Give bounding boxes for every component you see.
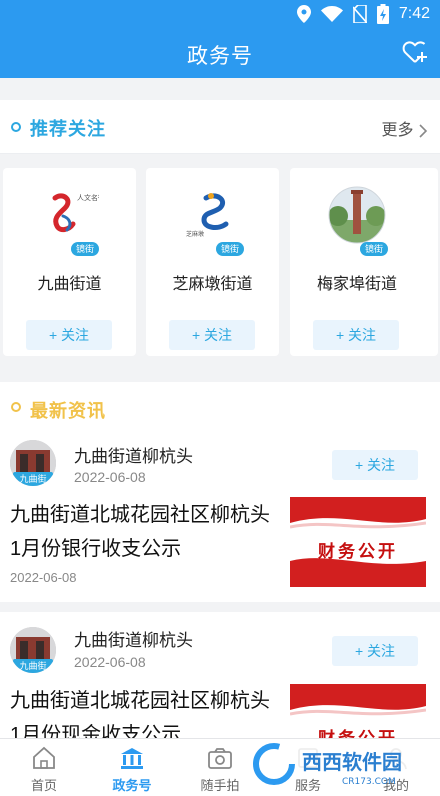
nav-label: 政务号 (112, 778, 152, 793)
chevron-right-icon (419, 124, 428, 138)
news-thumbnail[interactable]: 财务公开 (290, 497, 426, 587)
wifi-icon (320, 6, 343, 22)
government-building-icon (121, 748, 143, 769)
more-label: 更多 (381, 122, 414, 139)
news-item[interactable]: 九曲街 九曲街道柳杭头 2022-06-08 + 关注 九曲街道北城花园社区柳杭… (0, 612, 440, 738)
card-name: 芝麻墩街道 (172, 276, 253, 293)
source-date: 2022-06-08 (74, 469, 146, 485)
logo-text: 人文名街 (77, 193, 99, 202)
section-dot-icon (11, 122, 21, 132)
follow-button[interactable]: + 关注 (169, 320, 255, 350)
card-badge: 镜街 (360, 242, 388, 256)
recommend-cards: 人文名街 镜街 九曲街道 + 关注 芝麻墩 镜街 芝麻墩街道 + 关注 (0, 155, 440, 365)
zhimadun-logo-icon: 芝麻墩 (186, 193, 229, 238)
nav-home[interactable]: 首页 (0, 739, 88, 796)
news-date: 2022-06-08 (10, 570, 77, 585)
more-link[interactable]: 更多 (382, 116, 428, 140)
card-name: 九曲街道 (37, 276, 102, 293)
news-headline[interactable]: 九曲街道北城花园社区柳杭头1月份现金收支公示 (10, 684, 280, 738)
card-name: 梅家埠街道 (316, 276, 397, 293)
section-dot-icon (11, 402, 21, 412)
home-icon (33, 746, 55, 769)
meijiabu-photo-icon (328, 186, 386, 244)
heart-plus-icon[interactable] (402, 40, 428, 66)
card-badge: 镜街 (216, 242, 244, 256)
recommend-card[interactable]: 人文名街 镜街 九曲街道 + 关注 (3, 168, 136, 356)
source-name[interactable]: 九曲街道柳杭头 (74, 442, 193, 467)
recommend-section-header: 推荐关注 更多 (0, 100, 440, 154)
nav-label: 随手拍 (200, 778, 240, 793)
source-avatar[interactable]: 九曲街 (10, 627, 56, 673)
status-bar: 7:42 (0, 0, 440, 28)
recommend-card[interactable]: 镜街 梅家埠街道 + 关注 (290, 168, 438, 356)
page-title: 政务号 (187, 45, 253, 68)
avatar-badge: 九曲街 (13, 472, 53, 486)
follow-button[interactable]: + 关注 (332, 636, 418, 666)
news-item[interactable]: 九曲街 九曲街道柳杭头 2022-06-08 + 关注 九曲街道北城花园社区柳杭… (0, 432, 440, 602)
status-time: 7:42 (398, 5, 430, 22)
nav-label: 首页 (30, 778, 57, 793)
thumb-label: 财务公开 (290, 724, 426, 738)
watermark-url: CR173.COM (342, 777, 396, 787)
camera-icon (208, 748, 232, 769)
recommend-title: 推荐关注 (30, 119, 106, 139)
source-name[interactable]: 九曲街道柳杭头 (74, 626, 193, 651)
source-avatar[interactable]: 九曲街 (10, 440, 56, 486)
status-icons: 7:42 (296, 4, 430, 24)
avatar-badge: 九曲街 (13, 659, 53, 673)
nav-snapshot[interactable]: 随手拍 (176, 739, 264, 796)
watermark-logo: 西西软件园 CR173.COM (253, 743, 424, 787)
logo-text: 芝麻墩 (186, 230, 204, 238)
news-thumbnail[interactable]: 财务公开 (290, 684, 426, 738)
news-headline[interactable]: 九曲街道北城花园社区柳杭头1月份银行收支公示 (10, 498, 280, 566)
battery-icon (376, 4, 389, 24)
nav-government[interactable]: 政务号 (88, 739, 176, 796)
recommend-card[interactable]: 芝麻墩 镜街 芝麻墩街道 + 关注 (146, 168, 279, 356)
follow-button[interactable]: + 关注 (26, 320, 112, 350)
location-icon (296, 5, 311, 23)
card-badge: 镜街 (71, 242, 99, 256)
jiuqu-logo-icon: 人文名街 (52, 193, 99, 233)
follow-button[interactable]: + 关注 (313, 320, 399, 350)
follow-button[interactable]: + 关注 (332, 450, 418, 480)
news-title: 最新资讯 (30, 401, 106, 421)
source-date: 2022-06-08 (74, 654, 146, 670)
thumb-label: 财务公开 (318, 542, 398, 562)
no-sim-icon (352, 5, 367, 23)
watermark-text: 西西软件园 (302, 750, 402, 774)
app-header: 政务号 (0, 28, 440, 78)
news-section-header: 最新资讯 (0, 382, 440, 432)
